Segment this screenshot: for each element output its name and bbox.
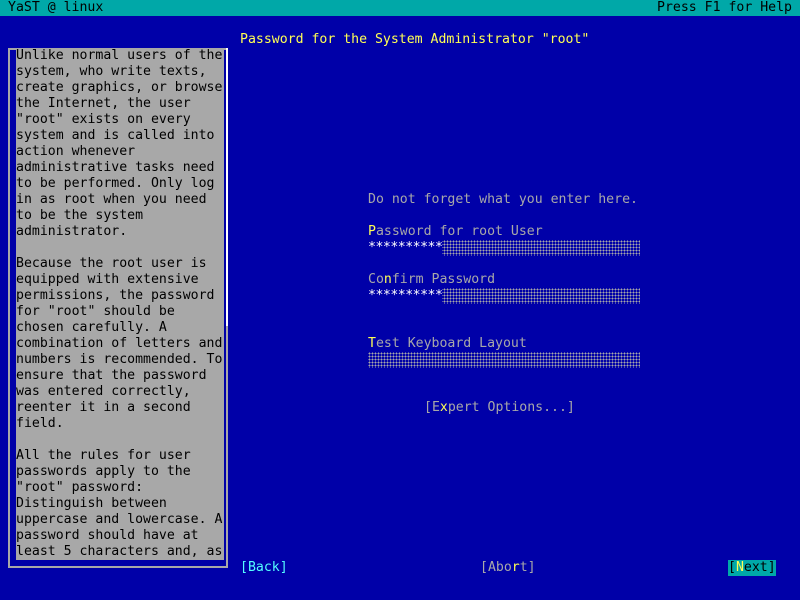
help-paragraph: Unlike normal users of the system, who w… bbox=[16, 48, 223, 239]
password-input[interactable]: ********** bbox=[368, 240, 640, 256]
dialog-title: Password for the System Administrator "r… bbox=[240, 32, 590, 47]
help-text-panel[interactable]: Unlike normal users of the system, who w… bbox=[16, 48, 224, 560]
next-hotkey: N bbox=[735, 560, 744, 575]
confirm-label-pre: Co bbox=[368, 272, 384, 287]
keyboard-layout-input[interactable] bbox=[368, 352, 640, 368]
abort-post: t] bbox=[519, 560, 536, 575]
password-label-text: assword for root User bbox=[375, 224, 543, 239]
expert-pre: [E bbox=[424, 400, 440, 415]
keyboard-hotkey: T bbox=[368, 336, 376, 351]
abort-pre: [Abo bbox=[480, 560, 512, 575]
confirm-hotkey: n bbox=[383, 272, 392, 287]
help-scrollbar-thumb[interactable] bbox=[226, 48, 228, 326]
next-button[interactable]: [Next] bbox=[728, 560, 776, 576]
password-hotkey: P bbox=[368, 224, 376, 239]
next-pre: [ bbox=[728, 560, 736, 575]
next-post: ext] bbox=[743, 560, 776, 575]
password-label: Password for root User bbox=[368, 224, 543, 240]
confirm-password-input[interactable]: ********** bbox=[368, 288, 640, 304]
keyboard-layout-label: Test Keyboard Layout bbox=[368, 336, 527, 352]
confirm-label-text: firm Password bbox=[391, 272, 496, 287]
keyboard-label-text: est Keyboard Layout bbox=[375, 336, 527, 351]
dialog-hint: Do not forget what you enter here. bbox=[368, 192, 638, 207]
back-button[interactable]: [Back] bbox=[240, 560, 288, 576]
frame-border-left bbox=[8, 48, 10, 568]
expert-post: pert Options...] bbox=[447, 400, 575, 415]
help-paragraph: Because the root user is equipped with e… bbox=[16, 256, 223, 431]
abort-button[interactable]: [Abort] bbox=[480, 560, 536, 576]
help-hint: Press F1 for Help bbox=[657, 0, 792, 15]
confirm-password-value: ********** bbox=[368, 288, 443, 304]
help-paragraph: All the rules for user passwords apply t… bbox=[16, 448, 223, 559]
abort-hotkey: r bbox=[511, 560, 520, 575]
help-scrollbar-track[interactable] bbox=[226, 326, 228, 566]
confirm-password-label: Confirm Password bbox=[368, 272, 495, 288]
title-bar: YaST @ linux Press F1 for Help bbox=[0, 0, 800, 16]
password-value: ********** bbox=[368, 240, 443, 256]
frame-border-bottom bbox=[8, 566, 228, 568]
expert-options-button[interactable]: [Expert Options...] bbox=[424, 400, 575, 416]
expert-hotkey: x bbox=[439, 400, 448, 415]
window-title: YaST @ linux bbox=[8, 0, 104, 15]
